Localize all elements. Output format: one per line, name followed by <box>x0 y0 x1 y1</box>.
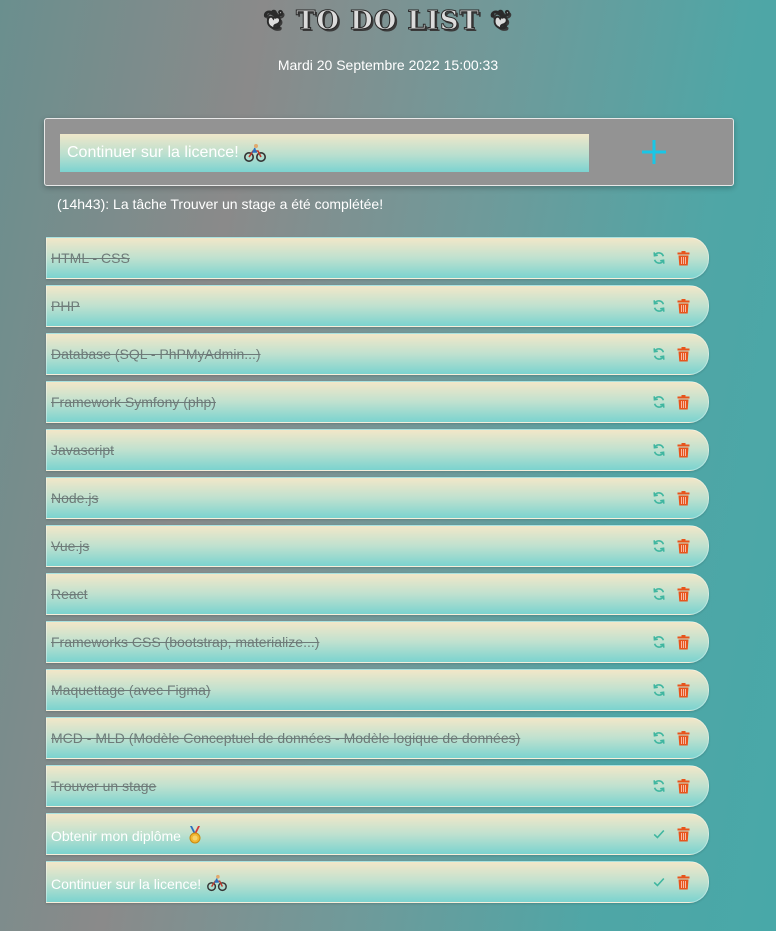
trash-icon <box>677 538 690 554</box>
task-item: Javascript <box>46 429 709 471</box>
task-item: MCD - MLD (Modèle Conceptuel de données … <box>46 717 709 759</box>
task-item: Trouver un stage <box>46 765 709 807</box>
refresh-icon <box>652 491 666 505</box>
task-label: Frameworks CSS (bootstrap, materialize..… <box>51 634 320 650</box>
restore-task-button[interactable] <box>651 586 667 602</box>
current-datetime: Mardi 20 Septembre 2022 15:00:33 <box>277 57 499 73</box>
trash-icon <box>677 346 690 362</box>
trash-icon <box>677 250 690 266</box>
refresh-icon <box>652 635 666 649</box>
task-label: Database (SQL - PhPMyAdmin...) <box>51 346 261 362</box>
delete-task-button[interactable] <box>675 538 691 554</box>
task-item: Obtenir mon diplôme <box>46 813 709 855</box>
restore-task-button[interactable] <box>651 538 667 554</box>
restore-task-button[interactable] <box>651 634 667 650</box>
trash-icon <box>677 634 690 650</box>
complete-task-button[interactable] <box>651 826 667 842</box>
task-label: HTML - CSS <box>51 250 130 266</box>
plus-icon <box>642 140 666 164</box>
medal-emoji-icon <box>187 826 203 847</box>
trash-icon <box>677 874 690 890</box>
restore-task-button[interactable] <box>651 730 667 746</box>
check-icon <box>652 827 666 841</box>
refresh-icon <box>652 299 666 313</box>
task-input[interactable] <box>60 134 589 172</box>
task-list: HTML - CSS PHP Database (SQL - PhPMyAdmin.… <box>46 237 709 909</box>
refresh-icon <box>652 347 666 361</box>
trash-icon <box>677 298 690 314</box>
task-label: React <box>51 586 88 602</box>
task-item: Database (SQL - PhPMyAdmin...) <box>46 333 709 375</box>
status-message: (14h43): La tâche Trouver un stage a été… <box>57 196 384 212</box>
trash-icon <box>677 490 690 506</box>
delete-task-button[interactable] <box>675 634 691 650</box>
check-icon <box>652 875 666 889</box>
delete-task-button[interactable] <box>675 874 691 890</box>
delete-task-button[interactable] <box>675 346 691 362</box>
task-item: PHP <box>46 285 709 327</box>
task-item: Node.js <box>46 477 709 519</box>
delete-task-button[interactable] <box>675 586 691 602</box>
restore-task-button[interactable] <box>651 394 667 410</box>
task-label: Node.js <box>51 490 99 506</box>
trash-icon <box>677 826 690 842</box>
task-label: Obtenir mon diplôme <box>51 826 203 847</box>
add-task-button[interactable] <box>637 133 671 171</box>
trash-icon <box>677 730 690 746</box>
delete-task-button[interactable] <box>675 730 691 746</box>
refresh-icon <box>652 587 666 601</box>
refresh-icon <box>652 731 666 745</box>
page-title: ❦ TO DO LIST ❦ <box>263 6 513 37</box>
delete-task-button[interactable] <box>675 298 691 314</box>
task-item: Maquettage (avec Figma) <box>46 669 709 711</box>
refresh-icon <box>652 683 666 697</box>
task-item: Framework Symfony (php) <box>46 381 709 423</box>
task-item: React <box>46 573 709 615</box>
cyclist-emoji-icon <box>207 874 227 895</box>
delete-task-button[interactable] <box>675 490 691 506</box>
restore-task-button[interactable] <box>651 490 667 506</box>
task-item: HTML - CSS <box>46 237 709 279</box>
trash-icon <box>677 442 690 458</box>
restore-task-button[interactable] <box>651 298 667 314</box>
restore-task-button[interactable] <box>651 250 667 266</box>
refresh-icon <box>652 539 666 553</box>
task-label: Vue.js <box>51 538 90 554</box>
delete-task-button[interactable] <box>675 250 691 266</box>
delete-task-button[interactable] <box>675 442 691 458</box>
task-label: Trouver un stage <box>51 778 157 794</box>
task-item: Frameworks CSS (bootstrap, materialize..… <box>46 621 709 663</box>
restore-task-button[interactable] <box>651 682 667 698</box>
trash-icon <box>677 586 690 602</box>
refresh-icon <box>652 251 666 265</box>
cyclist-emoji-icon <box>244 143 266 167</box>
task-item: Continuer sur la licence! <box>46 861 709 903</box>
trash-icon <box>677 778 690 794</box>
task-label: Maquettage (avec Figma) <box>51 682 211 698</box>
restore-task-button[interactable] <box>651 442 667 458</box>
delete-task-button[interactable] <box>675 826 691 842</box>
task-label: PHP <box>51 298 80 314</box>
trash-icon <box>677 682 690 698</box>
refresh-icon <box>652 779 666 793</box>
task-label: Framework Symfony (php) <box>51 394 216 410</box>
delete-task-button[interactable] <box>675 682 691 698</box>
task-label: MCD - MLD (Modèle Conceptuel de données … <box>51 730 521 746</box>
task-label: Javascript <box>51 442 115 458</box>
refresh-icon <box>652 443 666 457</box>
complete-task-button[interactable] <box>651 874 667 890</box>
restore-task-button[interactable] <box>651 346 667 362</box>
restore-task-button[interactable] <box>651 778 667 794</box>
delete-task-button[interactable] <box>675 778 691 794</box>
task-item: Vue.js <box>46 525 709 567</box>
trash-icon <box>677 394 690 410</box>
add-task-form <box>44 118 734 186</box>
task-label: Continuer sur la licence! <box>51 874 227 895</box>
refresh-icon <box>652 395 666 409</box>
delete-task-button[interactable] <box>675 394 691 410</box>
